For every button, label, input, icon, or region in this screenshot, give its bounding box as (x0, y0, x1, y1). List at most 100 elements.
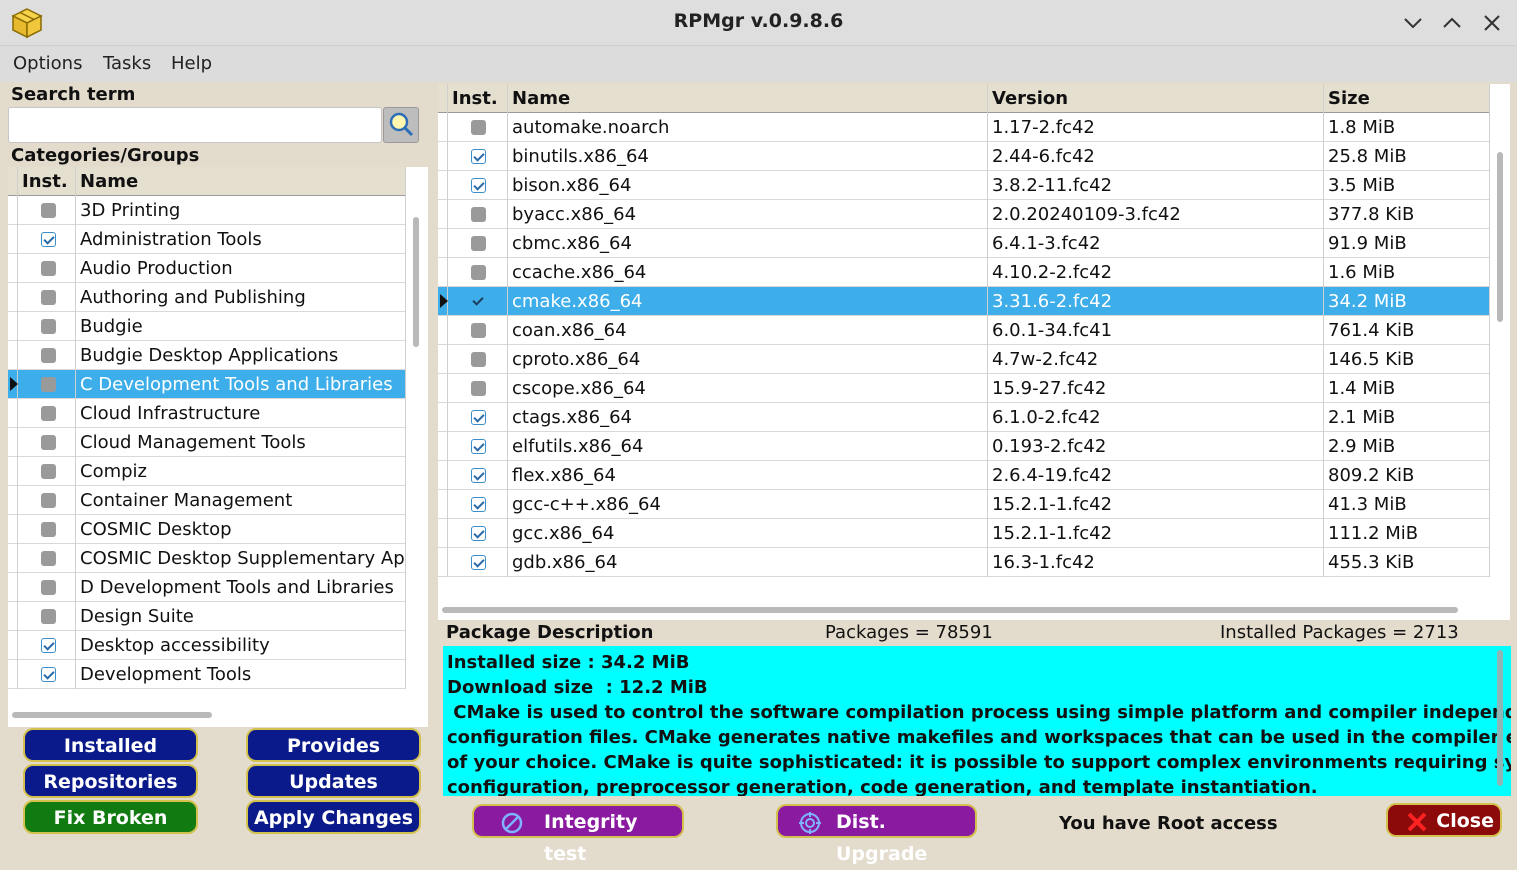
inst-cell[interactable] (18, 341, 76, 370)
category-row[interactable]: Desktop accessibility (8, 631, 406, 660)
package-row[interactable]: cbmc.x86_64 6.4.1-3.fc42 91.9 MiB (438, 229, 1490, 258)
inst-cell[interactable] (448, 287, 508, 316)
packages-vscroll[interactable] (1497, 152, 1503, 322)
category-row[interactable]: Budgie Desktop Applications (8, 341, 406, 370)
unchecked-checkbox[interactable] (41, 609, 56, 624)
inst-cell[interactable] (448, 171, 508, 200)
inst-cell[interactable] (18, 225, 76, 254)
col-version[interactable]: Version (988, 84, 1324, 113)
package-row[interactable]: gdb.x86_64 16.3-1.fc42 455.3 KiB (438, 548, 1490, 577)
checked-checkbox[interactable] (471, 468, 486, 483)
inst-cell[interactable] (448, 461, 508, 490)
unchecked-checkbox[interactable] (471, 207, 486, 222)
category-row[interactable]: Design Suite (8, 602, 406, 631)
package-row[interactable]: elfutils.x86_64 0.193-2.fc42 2.9 MiB (438, 432, 1490, 461)
inst-cell[interactable] (18, 631, 76, 660)
category-row[interactable]: Administration Tools (8, 225, 406, 254)
inst-cell[interactable] (18, 602, 76, 631)
col-inst[interactable]: Inst. (448, 84, 508, 113)
repositories-button[interactable]: Repositories (23, 764, 198, 798)
unchecked-checkbox[interactable] (471, 265, 486, 280)
unchecked-checkbox[interactable] (41, 464, 56, 479)
inst-cell[interactable] (448, 258, 508, 287)
checked-checkbox[interactable] (471, 497, 486, 512)
unchecked-checkbox[interactable] (41, 493, 56, 508)
menu-tasks[interactable]: Tasks (103, 53, 151, 74)
checked-checkbox[interactable] (41, 232, 56, 247)
inst-cell[interactable] (448, 548, 508, 577)
categories-hscroll[interactable] (12, 712, 212, 718)
packages-hscroll[interactable] (442, 607, 1458, 613)
minimize-icon[interactable] (1398, 8, 1428, 38)
apply-changes-button[interactable]: Apply Changes (246, 800, 421, 834)
inst-cell[interactable] (448, 490, 508, 519)
checked-checkbox[interactable] (471, 149, 486, 164)
package-row[interactable]: ccache.x86_64 4.10.2-2.fc42 1.6 MiB (438, 258, 1490, 287)
inst-cell[interactable] (18, 486, 76, 515)
provides-button[interactable]: Provides (246, 728, 421, 762)
inst-cell[interactable] (18, 515, 76, 544)
category-row[interactable]: C Development Tools and Libraries (8, 370, 406, 399)
category-row[interactable]: 3D Printing (8, 196, 406, 225)
inst-cell[interactable] (448, 229, 508, 258)
inst-cell[interactable] (448, 374, 508, 403)
inst-cell[interactable] (18, 196, 76, 225)
checked-checkbox[interactable] (471, 439, 486, 454)
category-row[interactable]: Budgie (8, 312, 406, 341)
category-row[interactable]: Compiz (8, 457, 406, 486)
category-row[interactable]: Audio Production (8, 254, 406, 283)
description-vscroll[interactable] (1497, 650, 1503, 786)
inst-cell[interactable] (18, 428, 76, 457)
unchecked-checkbox[interactable] (41, 435, 56, 450)
inst-cell[interactable] (448, 403, 508, 432)
checked-checkbox[interactable] (471, 294, 486, 309)
checked-checkbox[interactable] (471, 410, 486, 425)
unchecked-checkbox[interactable] (471, 236, 486, 251)
checked-checkbox[interactable] (41, 667, 56, 682)
unchecked-checkbox[interactable] (41, 580, 56, 595)
unchecked-checkbox[interactable] (41, 319, 56, 334)
inst-cell[interactable] (18, 370, 76, 399)
category-row[interactable]: D Development Tools and Libraries (8, 573, 406, 602)
inst-cell[interactable] (18, 660, 76, 689)
maximize-icon[interactable] (1437, 8, 1467, 38)
unchecked-checkbox[interactable] (471, 323, 486, 338)
fix-broken-button[interactable]: Fix Broken (23, 800, 198, 834)
updates-button[interactable]: Updates (246, 764, 421, 798)
unchecked-checkbox[interactable] (471, 381, 486, 396)
menu-options[interactable]: Options (13, 53, 82, 74)
unchecked-checkbox[interactable] (41, 203, 56, 218)
package-row[interactable]: cproto.x86_64 4.7w-2.fc42 146.5 KiB (438, 345, 1490, 374)
category-row[interactable]: Cloud Infrastructure (8, 399, 406, 428)
category-row[interactable]: COSMIC Desktop Supplementary App (8, 544, 406, 573)
col-size[interactable]: Size (1324, 84, 1490, 113)
inst-cell[interactable] (18, 283, 76, 312)
inst-cell[interactable] (18, 312, 76, 341)
package-row[interactable]: cscope.x86_64 15.9-27.fc42 1.4 MiB (438, 374, 1490, 403)
category-row[interactable]: Authoring and Publishing (8, 283, 406, 312)
package-row[interactable]: ctags.x86_64 6.1.0-2.fc42 2.1 MiB (438, 403, 1490, 432)
col-inst[interactable]: Inst. (18, 167, 76, 196)
unchecked-checkbox[interactable] (41, 406, 56, 421)
unchecked-checkbox[interactable] (41, 522, 56, 537)
inst-cell[interactable] (18, 399, 76, 428)
package-row[interactable]: gcc-c++.x86_64 15.2.1-1.fc42 41.3 MiB (438, 490, 1490, 519)
package-row[interactable]: coan.x86_64 6.0.1-34.fc41 761.4 KiB (438, 316, 1490, 345)
checked-checkbox[interactable] (471, 178, 486, 193)
inst-cell[interactable] (448, 200, 508, 229)
menu-help[interactable]: Help (171, 53, 212, 74)
package-row[interactable]: automake.noarch 1.17-2.fc42 1.8 MiB (438, 113, 1490, 142)
inst-cell[interactable] (448, 432, 508, 461)
inst-cell[interactable] (448, 316, 508, 345)
checked-checkbox[interactable] (471, 526, 486, 541)
package-row[interactable]: cmake.x86_64 3.31.6-2.fc42 34.2 MiB (438, 287, 1490, 316)
package-row[interactable]: gcc.x86_64 15.2.1-1.fc42 111.2 MiB (438, 519, 1490, 548)
col-name[interactable]: Name (76, 167, 406, 196)
inst-cell[interactable] (18, 544, 76, 573)
unchecked-checkbox[interactable] (471, 120, 486, 135)
category-row[interactable]: Cloud Management Tools (8, 428, 406, 457)
inst-cell[interactable] (448, 519, 508, 548)
category-row[interactable]: Container Management (8, 486, 406, 515)
unchecked-checkbox[interactable] (41, 377, 56, 392)
search-button[interactable] (383, 107, 419, 143)
